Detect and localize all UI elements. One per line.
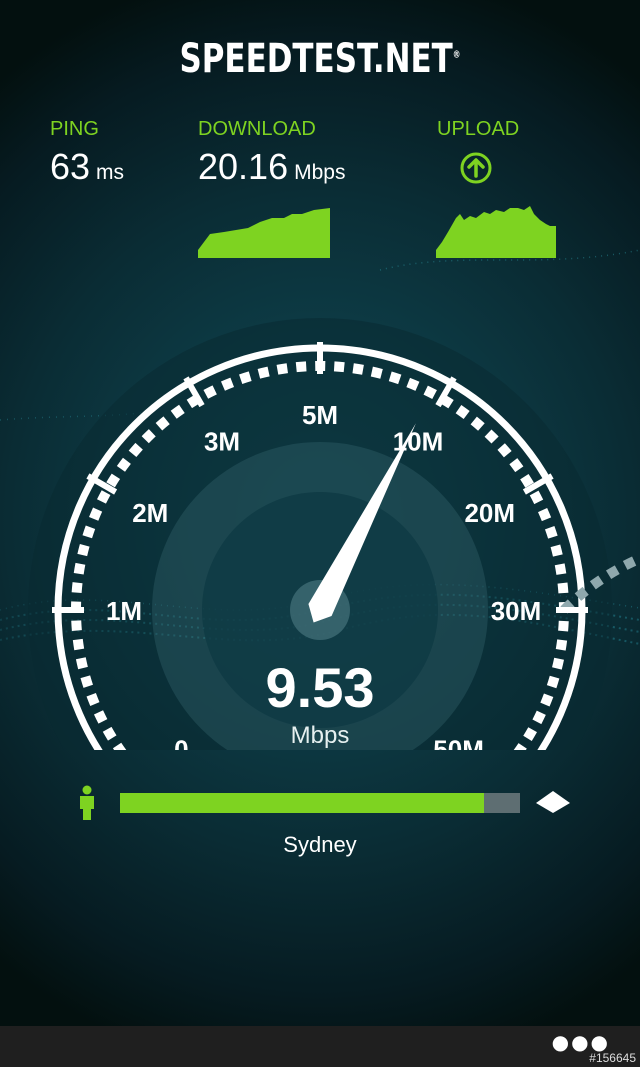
gauge-tick-label: 20M bbox=[464, 498, 515, 528]
current-speed-unit: Mbps bbox=[290, 722, 350, 749]
gauge-tick-label: 5M bbox=[302, 400, 338, 430]
current-speed-value: 9.53 bbox=[265, 656, 375, 719]
app-bar: ●●● #156645 bbox=[0, 1026, 640, 1067]
test-progress-bar bbox=[120, 793, 520, 813]
gauge-tick-label: 3M bbox=[204, 426, 240, 456]
gauge-tick-label: 30M bbox=[491, 596, 542, 626]
test-progress-fill bbox=[120, 793, 484, 813]
gauge-tick-label: 1M bbox=[106, 596, 142, 626]
speedtest-screen: SPEEDTEST.NET® PING 63 ms DOWNLOAD 20.16 M… bbox=[0, 0, 640, 1026]
watermark: #156645 bbox=[589, 1051, 636, 1065]
person-icon bbox=[80, 785, 94, 820]
server-icon bbox=[536, 791, 570, 813]
gauge-tick-label: 2M bbox=[132, 498, 168, 528]
more-options-button[interactable]: ●●● bbox=[552, 1032, 610, 1052]
server-location[interactable]: Sydney bbox=[0, 832, 640, 858]
